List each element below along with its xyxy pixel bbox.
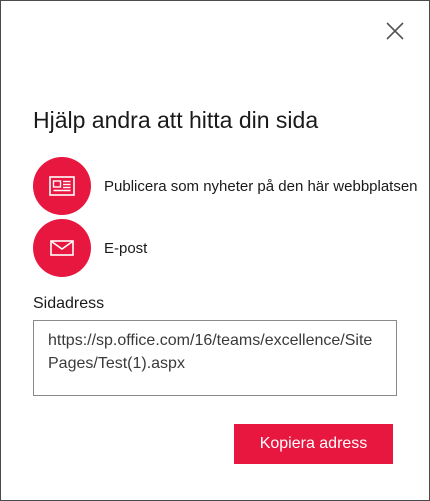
publish-as-news-label: Publicera som nyheter på den här webbpla… bbox=[104, 177, 418, 195]
newspaper-icon-circle bbox=[33, 157, 91, 215]
newspaper-icon bbox=[49, 176, 75, 196]
page-address-field[interactable]: https://sp.office.com/16/teams/excellenc… bbox=[33, 320, 397, 396]
page-address-label: Sidadress bbox=[33, 295, 105, 312]
close-icon bbox=[386, 22, 404, 40]
share-page-dialog: Hjälp andra att hitta din sida Publicera… bbox=[0, 0, 430, 501]
email-label: E-post bbox=[104, 239, 148, 257]
dialog-title: Hjälp andra att hitta din sida bbox=[33, 107, 319, 133]
copy-address-button[interactable]: Kopiera adress bbox=[234, 424, 393, 464]
publish-as-news-option[interactable]: Publicera som nyheter på den här webbpla… bbox=[33, 157, 418, 215]
mail-icon bbox=[50, 240, 74, 256]
close-button[interactable] bbox=[382, 18, 408, 44]
mail-icon-circle bbox=[33, 219, 91, 277]
email-option[interactable]: E-post bbox=[33, 219, 147, 277]
